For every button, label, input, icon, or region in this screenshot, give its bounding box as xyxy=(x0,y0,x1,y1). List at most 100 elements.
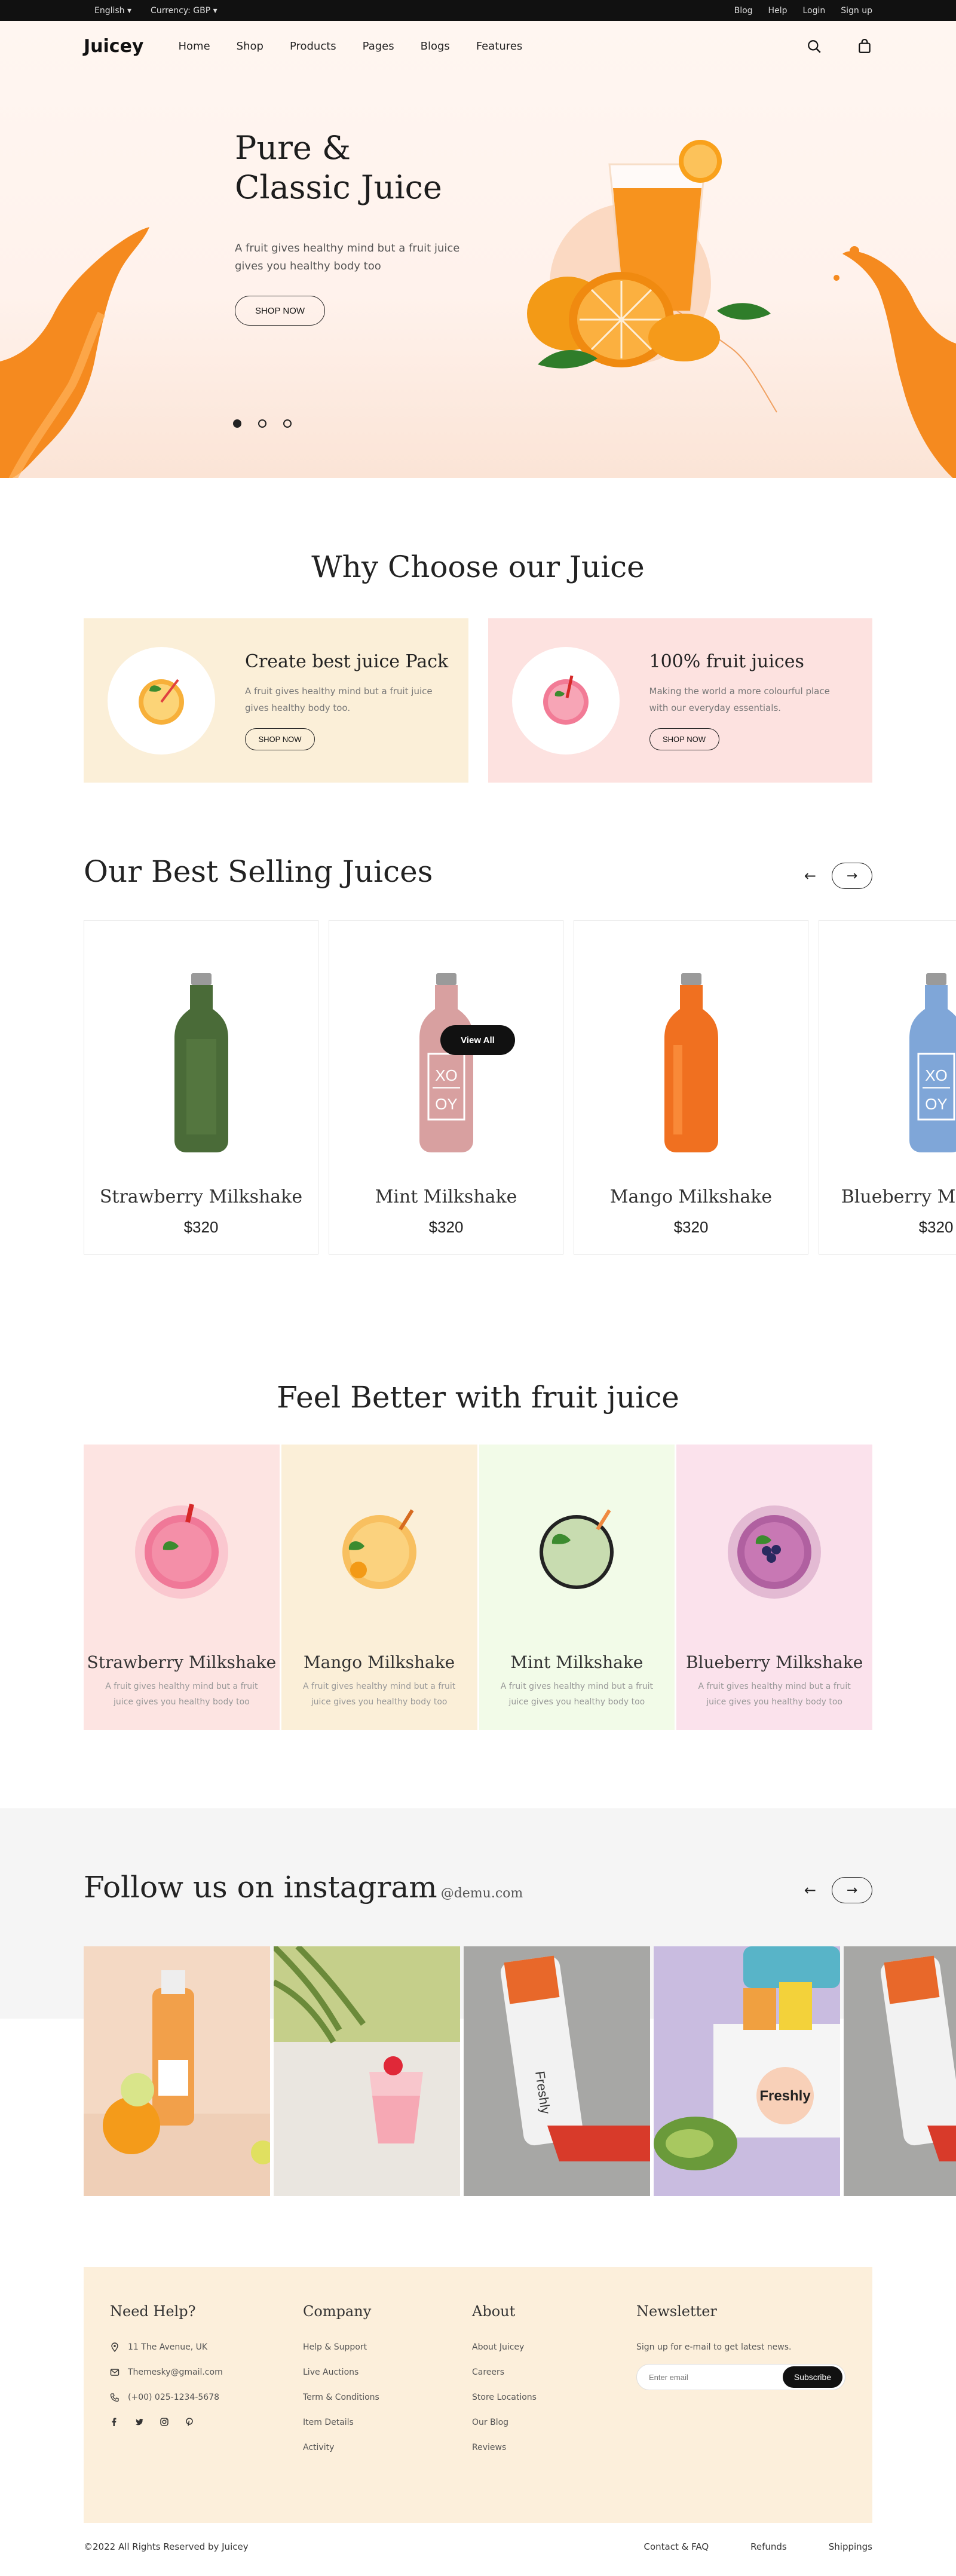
feel-card-title: Mint Milkshake xyxy=(510,1652,644,1672)
product-price: $320 xyxy=(673,1218,709,1236)
product-card[interactable]: Strawberry Milkshake $320 xyxy=(84,920,318,1255)
feel-card[interactable]: Blueberry Milkshake A fruit gives health… xyxy=(676,1445,872,1730)
footer-email[interactable]: Themesky@gmail.com xyxy=(110,2368,303,2377)
instagram-photo[interactable]: Freshly xyxy=(464,1946,650,2196)
slider-dot-2[interactable] xyxy=(258,419,266,428)
svg-text:XO: XO xyxy=(925,1066,948,1084)
why-card-2-shop-button[interactable]: SHOP NOW xyxy=(649,728,719,750)
pinterest-icon[interactable] xyxy=(185,2418,194,2426)
instagram-icon[interactable] xyxy=(160,2418,168,2426)
topbar-link-login[interactable]: Login xyxy=(802,6,825,16)
footer-link[interactable]: Store Locations xyxy=(472,2393,636,2402)
slider-dot-1[interactable] xyxy=(233,419,241,428)
footer-link[interactable]: Help & Support xyxy=(303,2342,472,2352)
footer-address: 11 The Avenue, UK xyxy=(110,2342,303,2352)
newsletter-email-input[interactable] xyxy=(649,2372,768,2382)
feel-title: Feel Better with fruit juice xyxy=(277,1380,679,1415)
top-bar: English ▾ Currency: GBP ▾ Blog Help Logi… xyxy=(0,0,956,21)
nav-home[interactable]: Home xyxy=(179,40,210,53)
nav-shop[interactable]: Shop xyxy=(237,40,263,53)
hero-section: Juicey Home Shop Products Pages Blogs Fe… xyxy=(0,21,956,478)
topbar-link-blog[interactable]: Blog xyxy=(734,6,753,16)
topbar-link-signup[interactable]: Sign up xyxy=(841,6,872,16)
footer-newsletter: Newsletter Sign up for e-mail to get lat… xyxy=(636,2303,845,2523)
social-links xyxy=(110,2418,303,2426)
footer-link[interactable]: About Juicey xyxy=(472,2342,636,2352)
why-card-2-title: 100% fruit juices xyxy=(649,651,804,672)
topbar-link-help[interactable]: Help xyxy=(768,6,788,16)
best-selling-section: Our Best Selling Juices ← → Strawberry M… xyxy=(0,854,956,1255)
feel-card[interactable]: Mango Milkshake A fruit gives healthy mi… xyxy=(281,1445,477,1730)
logo[interactable]: Juicey xyxy=(84,36,144,57)
blue-bottle-image: XO OY xyxy=(909,973,956,1152)
shippings-link[interactable]: Shippings xyxy=(829,2541,872,2552)
svg-text:XO: XO xyxy=(435,1066,458,1084)
footer-link[interactable]: Activity xyxy=(303,2443,472,2452)
mint-juice-image xyxy=(540,1509,614,1589)
feel-card[interactable]: Strawberry Milkshake A fruit gives healt… xyxy=(84,1445,280,1730)
why-card-1-shop-button[interactable]: SHOP NOW xyxy=(245,728,315,750)
product-name: Strawberry Milkshake xyxy=(99,1186,303,1207)
slider-dot-3[interactable] xyxy=(283,419,292,428)
best-next-arrow-icon[interactable]: → xyxy=(832,863,872,889)
product-card[interactable]: Mango Milkshake $320 xyxy=(574,920,808,1255)
subscribe-button[interactable]: Subscribe xyxy=(783,2366,842,2388)
view-all-button[interactable]: View All xyxy=(440,1025,515,1055)
nav-features[interactable]: Features xyxy=(476,40,522,53)
why-card-1-title: Create best juice Pack xyxy=(245,651,449,672)
mail-icon xyxy=(110,2369,120,2376)
hero-title: Pure & Classic Juice xyxy=(235,129,442,206)
footer-help-title: Need Help? xyxy=(110,2303,196,2320)
orange-bottle-image xyxy=(664,973,718,1152)
product-card[interactable]: XO OY Blueberry Milkshake $320 xyxy=(819,920,956,1255)
insta-prev-arrow-icon[interactable]: ← xyxy=(804,1882,816,1899)
strawberry-juice-glass-icon xyxy=(543,674,589,725)
footer-link[interactable]: Reviews xyxy=(472,2443,636,2452)
nav-blogs[interactable]: Blogs xyxy=(421,40,450,53)
instagram-photo[interactable] xyxy=(274,1946,460,2196)
nav-pages[interactable]: Pages xyxy=(363,40,394,53)
facebook-icon[interactable] xyxy=(110,2418,118,2426)
footer-link[interactable]: Item Details xyxy=(303,2418,472,2427)
best-prev-arrow-icon[interactable]: ← xyxy=(804,867,816,884)
bag-icon[interactable] xyxy=(857,38,872,54)
nav-products[interactable]: Products xyxy=(290,40,336,53)
hero-juice-image xyxy=(527,140,777,413)
instagram-photo[interactable]: Freshly xyxy=(654,1946,840,2196)
feel-card-title: Blueberry Milkshake xyxy=(685,1652,863,1672)
currency-select[interactable]: Currency: GBP ▾ xyxy=(151,6,217,16)
product-name: Mango Milkshake xyxy=(609,1186,773,1207)
footer-phone[interactable]: (+00) 025-1234-5678 xyxy=(110,2393,303,2402)
instagram-handle[interactable]: @demu.com xyxy=(441,1886,523,1901)
orange-splash-left xyxy=(0,227,149,478)
language-select[interactable]: English ▾ xyxy=(94,6,131,16)
product-price: $320 xyxy=(918,1218,954,1236)
footer-link[interactable]: Term & Conditions xyxy=(303,2393,472,2402)
hero-shop-now-button[interactable]: SHOP NOW xyxy=(235,296,325,326)
footer-company-title: Company xyxy=(303,2303,372,2320)
footer-link[interactable]: Careers xyxy=(472,2368,636,2377)
instagram-section: Follow us on instagram @demu.com ← → Fres… xyxy=(0,1870,956,2196)
contact-faq-link[interactable]: Contact & FAQ xyxy=(644,2541,709,2552)
product-card[interactable]: XO OY Mint Milkshake $320 xyxy=(329,920,563,1255)
product-name: Mint Milkshake xyxy=(375,1186,517,1207)
instagram-photo[interactable] xyxy=(844,1946,956,2196)
feel-better-section: Feel Better with fruit juice Strawberry … xyxy=(0,1380,956,1730)
insta-next-arrow-icon[interactable]: → xyxy=(832,1877,872,1903)
refunds-link[interactable]: Refunds xyxy=(750,2541,787,2552)
mango-juice-image xyxy=(342,1509,416,1589)
why-title: Why Choose our Juice xyxy=(311,550,645,584)
why-card-2: 100% fruit juices Making the world a mor… xyxy=(488,618,872,783)
feel-card-text: A fruit gives healthy mind but a fruit j… xyxy=(698,1682,851,1707)
instagram-photo[interactable] xyxy=(84,1946,270,2196)
green-bottle-image xyxy=(174,973,228,1152)
why-choose-section: Why Choose our Juice Create best juice P… xyxy=(0,550,956,783)
footer-link[interactable]: Our Blog xyxy=(472,2418,636,2427)
feel-card[interactable]: Mint Milkshake A fruit gives healthy min… xyxy=(479,1445,675,1730)
search-icon[interactable] xyxy=(807,39,822,54)
footer-about-title: About xyxy=(472,2303,516,2320)
footer-link[interactable]: Live Auctions xyxy=(303,2368,472,2377)
orange-splash-right xyxy=(834,246,956,478)
feel-card-title: Mango Milkshake xyxy=(303,1652,455,1672)
twitter-icon[interactable] xyxy=(135,2418,143,2426)
